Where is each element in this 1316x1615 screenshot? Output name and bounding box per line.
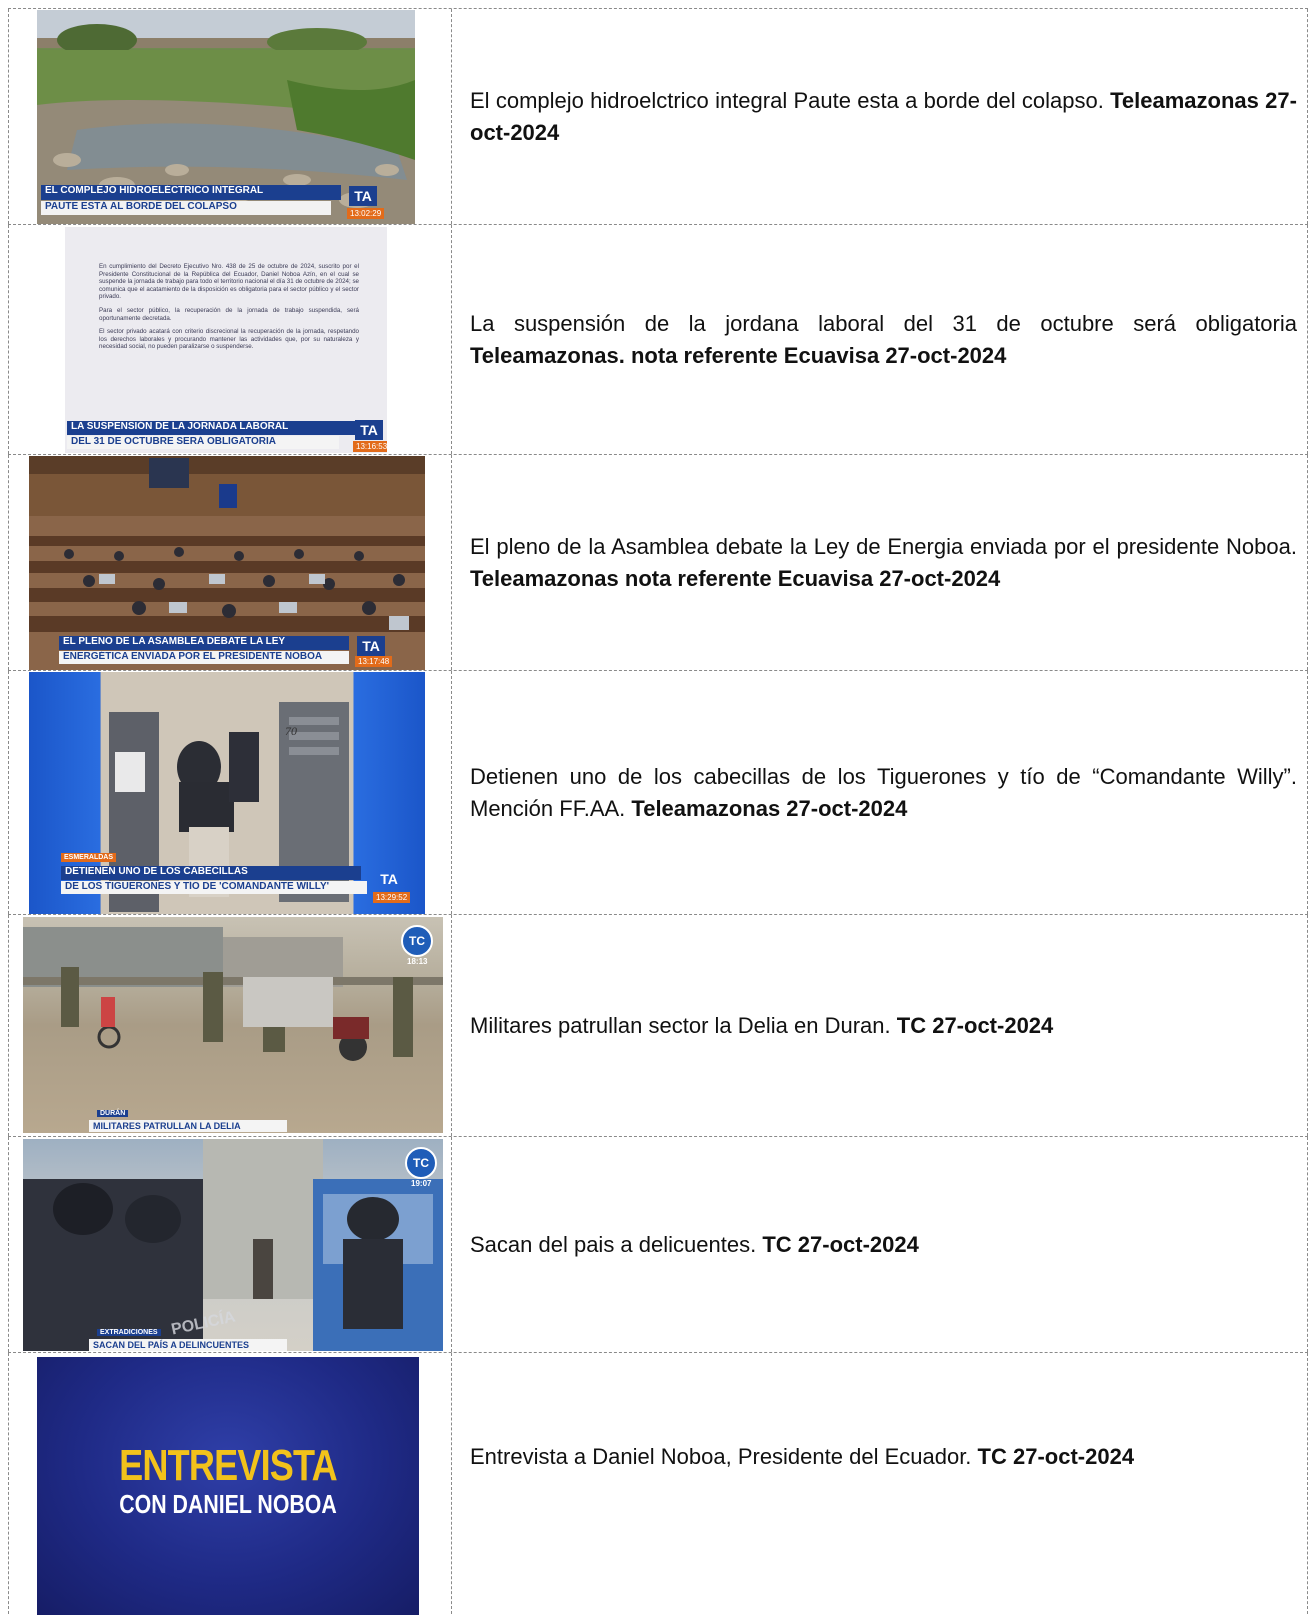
news-thumbnail: EL PLENO DE LA ASAMBLEA DEBATE LA LEY EN… xyxy=(29,456,425,670)
news-thumbnail: TC 18:13 DURÁN MILITARES PATRULLAN LA DE… xyxy=(23,917,443,1133)
news-source: Teleamazonas. nota referente Ecuavisa 27… xyxy=(470,342,1007,368)
news-headline: La suspensión de la jordana laboral del … xyxy=(470,310,1297,336)
news-headline: Militares patrullan sector la Delia en D… xyxy=(470,1012,891,1038)
tc-logo: TC xyxy=(405,1147,437,1179)
description-cell: Sacan del pais a delicuentes. TC 27-oct-… xyxy=(452,1137,1308,1352)
tc-logo: TC xyxy=(401,925,433,957)
military-patrol-illustration xyxy=(23,927,443,1061)
news-headline: Sacan del pais a delicuentes. xyxy=(470,1231,757,1257)
news-thumbnail: POLICÍA TC 19:07 EXTRADICIONES SACAN DEL… xyxy=(23,1139,443,1351)
lower-third-line2: DE LOS TIGUERONES Y TÍO DE 'COMANDANTE W… xyxy=(61,881,367,894)
table-row: POLICÍA TC 19:07 EXTRADICIONES SACAN DEL… xyxy=(8,1136,1308,1352)
news-source: Teleamazonas 27-oct-2024 xyxy=(631,795,908,821)
broadcast-time: 13:29:52 xyxy=(373,892,411,903)
news-description: Sacan del pais a delicuentes. TC 27-oct-… xyxy=(470,1229,1297,1261)
table-row: 70 ESMERALDAS DETIENEN UNO DE LOS CABECI… xyxy=(8,670,1308,914)
news-source: Teleamazonas nota referente Ecuavisa 27-… xyxy=(470,565,1001,591)
thumbnail-cell: EL COMPLEJO HIDROELÉCTRICO INTEGRAL PAUT… xyxy=(8,9,452,224)
news-thumbnail: ENTREVISTA CON DANIEL NOBOA xyxy=(37,1357,419,1615)
news-thumbnail: EL COMPLEJO HIDROELÉCTRICO INTEGRAL PAUT… xyxy=(37,10,415,224)
broadcast-time: 13:17:48 xyxy=(355,656,393,667)
description-cell: Detienen uno de los cabecillas de los Ti… xyxy=(452,671,1308,914)
description-cell: El pleno de la Asamblea debate la Ley de… xyxy=(452,455,1308,670)
door-number: 70 xyxy=(285,724,297,738)
thumbnail-cell: ENTREVISTA CON DANIEL NOBOA xyxy=(8,1353,452,1615)
decree-paragraph: El sector privado acatará con criterio d… xyxy=(99,328,359,351)
lower-third-line1: LA SUSPENSIÓN DE LA JORNADA LABORAL xyxy=(67,421,357,435)
news-description: Militares patrullan sector la Delia en D… xyxy=(470,1010,1297,1042)
thumbnail-cell: En cumplimiento del Decreto Ejecutivo Nr… xyxy=(8,225,452,454)
table-row: ENTREVISTA CON DANIEL NOBOA Entrevista a… xyxy=(8,1352,1308,1615)
teleamazonas-logo: TA xyxy=(357,636,385,656)
decree-text: En cumplimiento del Decreto Ejecutivo Nr… xyxy=(99,263,359,351)
lower-third-line2: PAUTE ESTÁ AL BORDE DEL COLAPSO xyxy=(41,201,331,215)
table-row: TC 18:13 DURÁN MILITARES PATRULLAN LA DE… xyxy=(8,914,1308,1136)
lower-third: MILITARES PATRULLAN LA DELIA xyxy=(89,1120,287,1132)
table-row: En cumplimiento del Decreto Ejecutivo Nr… xyxy=(8,224,1308,454)
description-cell: Militares patrullan sector la Delia en D… xyxy=(452,915,1308,1136)
news-headline: Entrevista a Daniel Noboa, Presidente de… xyxy=(470,1444,972,1469)
broadcast-time: 18:13 xyxy=(407,957,428,966)
news-source: TC 27-oct-2024 xyxy=(896,1012,1054,1038)
location-tag: DURÁN xyxy=(97,1110,129,1117)
teleamazonas-logo: TA xyxy=(380,871,398,887)
broadcast-time: 13:02:29 xyxy=(347,208,385,219)
description-cell: La suspensión de la jordana laboral del … xyxy=(452,225,1308,454)
lower-third-line1: DETIENEN UNO DE LOS CABECILLAS xyxy=(61,866,361,880)
thumbnail-cell: TC 18:13 DURÁN MILITARES PATRULLAN LA DE… xyxy=(8,915,452,1136)
thumbnail-cell: EL PLENO DE LA ASAMBLEA DEBATE LA LEY EN… xyxy=(8,455,452,670)
broadcast-time: 13:16:53 xyxy=(353,441,387,452)
news-thumbnail: 70 ESMERALDAS DETIENEN UNO DE LOS CABECI… xyxy=(29,672,425,914)
lower-third-line1: EL PLENO DE LA ASAMBLEA DEBATE LA LEY xyxy=(59,636,349,650)
broadcast-time: 19:07 xyxy=(411,1179,432,1188)
description-cell: Entrevista a Daniel Noboa, Presidente de… xyxy=(452,1353,1308,1614)
location-tag: ESMERALDAS xyxy=(61,853,117,862)
news-description: El complejo hidroelctrico integral Paute… xyxy=(470,85,1297,149)
decree-paragraph: Para el sector público, la recuperación … xyxy=(99,306,359,322)
news-description: La suspensión de la jordana laboral del … xyxy=(470,308,1297,372)
thumbnail-cell: 70 ESMERALDAS DETIENEN UNO DE LOS CABECI… xyxy=(8,671,452,914)
news-source: TC 27-oct-2024 xyxy=(977,1444,1135,1469)
news-thumbnail: En cumplimiento del Decreto Ejecutivo Nr… xyxy=(65,227,387,453)
table-row: EL PLENO DE LA ASAMBLEA DEBATE LA LEY EN… xyxy=(8,454,1308,670)
interview-subtitle: CON DANIEL NOBOA xyxy=(119,1489,337,1519)
description-cell: El complejo hidroelctrico integral Paute… xyxy=(452,9,1308,224)
thumbnail-cell: POLICÍA TC 19:07 EXTRADICIONES SACAN DEL… xyxy=(8,1137,452,1352)
lower-third: SACAN DEL PAÍS A DELINCUENTES xyxy=(89,1339,287,1351)
lower-third-line1: EL COMPLEJO HIDROELÉCTRICO INTEGRAL xyxy=(41,185,341,200)
news-description: El pleno de la Asamblea debate la Ley de… xyxy=(470,531,1297,595)
interview-title: ENTREVISTA xyxy=(119,1441,337,1490)
decree-paragraph: En cumplimiento del Decreto Ejecutivo Nr… xyxy=(99,263,359,301)
news-description: Detienen uno de los cabecillas de los Ti… xyxy=(470,761,1297,825)
table-row: EL COMPLEJO HIDROELÉCTRICO INTEGRAL PAUT… xyxy=(8,8,1308,224)
teleamazonas-logo: TA xyxy=(355,420,383,440)
lower-third-line2: DEL 31 DE OCTUBRE SERÁ OBLIGATORIA xyxy=(67,436,339,449)
news-headline: El complejo hidroelctrico integral Paute… xyxy=(470,87,1104,113)
news-description: Entrevista a Daniel Noboa, Presidente de… xyxy=(470,1441,1297,1473)
teleamazonas-logo: TA xyxy=(349,186,377,206)
news-headline: El pleno de la Asamblea debate la Ley de… xyxy=(470,533,1297,559)
news-source: TC 27-oct-2024 xyxy=(762,1231,919,1257)
lower-third-line2: ENERGÉTICA ENVIADA POR EL PRESIDENTE NOB… xyxy=(59,651,349,664)
location-tag: EXTRADICIONES xyxy=(97,1329,161,1336)
